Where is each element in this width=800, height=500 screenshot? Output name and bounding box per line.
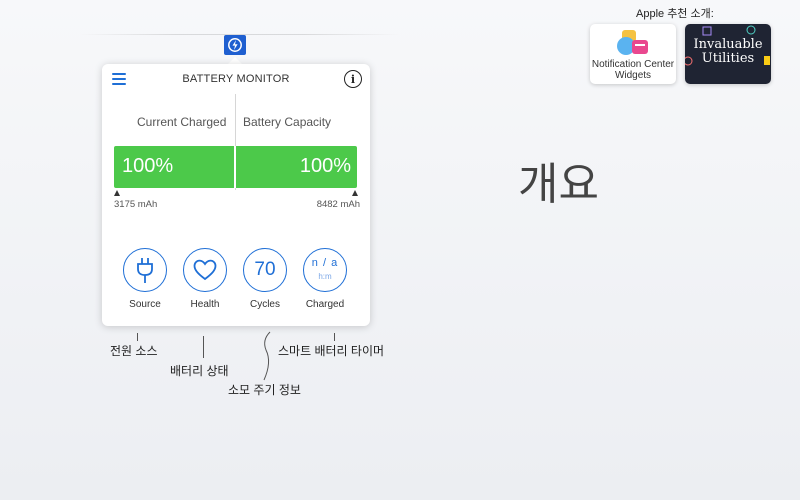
current-charged-percent: 100% <box>122 155 174 177</box>
health-button[interactable]: Health <box>182 248 228 310</box>
cycles-circle: 70 <box>243 248 287 292</box>
battery-level-bar: 100% 100% <box>114 146 357 188</box>
battery-capacity-percent: 100% <box>299 155 351 177</box>
callout-cycle-info: 소모 주기 정보 <box>228 383 301 397</box>
charged-circle: n / a h:m <box>303 248 347 292</box>
recommendations-title: Apple 추천 소개: <box>636 8 714 20</box>
card1-label: Notification Center Widgets <box>591 59 675 81</box>
plug-icon <box>137 258 153 283</box>
charged-value: n / a <box>311 257 339 269</box>
info-icon[interactable]: i <box>344 70 362 88</box>
callout-line-charged <box>334 333 335 341</box>
capacity-marker-icon <box>352 190 358 196</box>
current-mah: 3175 mAh <box>114 199 158 210</box>
recommendation-card-notification-widgets[interactable]: Notification Center Widgets <box>590 24 676 84</box>
current-charged-label: Current Charged <box>137 115 227 129</box>
cycles-button[interactable]: 70 Cycles <box>242 248 288 310</box>
popover-title: BATTERY MONITOR <box>182 73 290 85</box>
cycles-label: Cycles <box>249 299 280 310</box>
callout-curve-cycles <box>263 331 271 381</box>
callout-line-health <box>203 336 204 358</box>
card2-label: Invaluable Utilities <box>693 37 763 66</box>
recommendation-card-invaluable-utilities[interactable]: Invaluable Utilities <box>685 24 771 84</box>
charged-label: Charged <box>305 299 345 310</box>
callout-power-source: 전원 소스 <box>110 344 158 358</box>
battery-monitor-popover: BATTERY MONITOR i Current Charged Batter… <box>102 64 370 326</box>
page-title: 개요 <box>518 159 599 210</box>
battery-capacity-label: Battery Capacity <box>243 115 332 129</box>
health-circle <box>183 248 227 292</box>
bar-split <box>234 146 236 188</box>
charged-button[interactable]: n / a h:m Charged <box>302 248 348 310</box>
source-label: Source <box>129 299 161 310</box>
callout-battery-status: 배터리 상태 <box>170 364 229 378</box>
charged-unit: h:m <box>318 272 332 281</box>
widgets-app-icon <box>617 30 648 55</box>
current-marker-icon <box>114 190 120 196</box>
health-label: Health <box>190 299 220 310</box>
status-bar-battery-icon[interactable] <box>224 35 246 55</box>
callout-line-source <box>137 333 138 341</box>
cycles-value: 70 <box>254 259 276 280</box>
source-circle <box>123 248 167 292</box>
lightning-power-icon <box>228 38 242 52</box>
source-button[interactable]: Source <box>122 248 168 310</box>
callout-smart-timer: 스마트 배터리 타이머 <box>278 344 385 358</box>
popover-caret <box>228 57 242 64</box>
heart-icon <box>193 259 217 281</box>
capacity-mah: 8482 mAh <box>316 199 360 210</box>
